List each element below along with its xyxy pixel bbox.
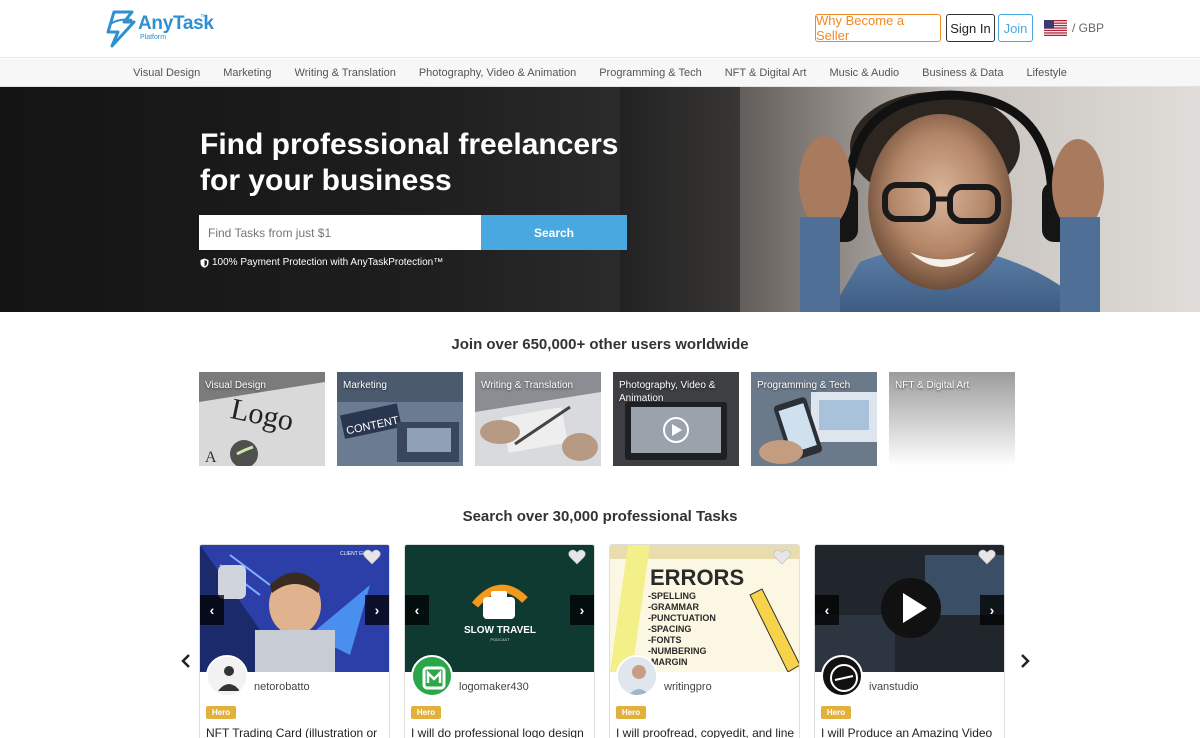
carousel-next-icon[interactable] — [1017, 652, 1033, 670]
logo-subtitle: Platform — [140, 34, 167, 41]
task-title[interactable]: NFT Trading Card (illustration or — [206, 726, 377, 738]
card-image-next-button[interactable]: › — [365, 595, 389, 625]
task-card[interactable]: SLOW TRAVEL PODCAST ‹ › logomaker430 Her… — [404, 544, 595, 738]
tile-programming-tech[interactable]: Programming & Tech — [751, 372, 877, 466]
anytask-logo-icon — [106, 10, 136, 48]
seller-avatar[interactable] — [206, 655, 248, 697]
why-become-seller-button[interactable]: Why Become a Seller — [815, 13, 941, 43]
card-image-next-button[interactable]: › — [570, 595, 594, 625]
card-image-prev-button[interactable]: ‹ — [200, 595, 224, 625]
sign-in-button[interactable]: Sign In — [946, 14, 995, 42]
seller-username[interactable]: ivanstudio — [869, 681, 919, 693]
nav-photography-video-animation[interactable]: Photography, Video & Animation — [407, 67, 587, 79]
task-card[interactable]: ERRORS -SPELLING -GRAMMAR -PUNCTUATION -… — [609, 544, 800, 738]
hero-photo-man-with-headphones — [620, 87, 1200, 312]
category-nav: Visual Design Marketing Writing & Transl… — [0, 59, 1200, 87]
tile-label: Programming & Tech — [757, 380, 851, 391]
favorite-heart-icon[interactable] — [363, 549, 381, 565]
hero-badge: Hero — [616, 706, 646, 719]
hero-title-line1: Find professional freelancers — [200, 128, 619, 161]
slow-travel-text: SLOW TRAVEL — [464, 625, 536, 636]
task-card-image: ERRORS -SPELLING -GRAMMAR -PUNCTUATION -… — [610, 545, 799, 672]
logo-tm: ™ — [200, 14, 207, 21]
task-title[interactable]: I will Produce an Amazing Video — [821, 726, 992, 738]
users-heading: Join over 650,000+ other users worldwide — [451, 336, 749, 353]
hero-badge: Hero — [821, 706, 851, 719]
search-button[interactable]: Search — [481, 215, 627, 250]
favorite-heart-icon[interactable] — [978, 549, 996, 565]
site-header: AnyTask ™ Platform Why Become a Seller S… — [0, 0, 1200, 58]
hero-title: Find professional freelancers for your b… — [200, 127, 620, 199]
task-search-input[interactable] — [199, 215, 481, 250]
seller-avatar[interactable] — [411, 655, 453, 697]
favorite-heart-icon[interactable] — [773, 549, 791, 565]
svg-text:-SPELLING: -SPELLING — [648, 591, 696, 601]
tile-label: Marketing — [343, 380, 387, 391]
task-card-image — [815, 545, 1004, 672]
svg-text:-PUNCTUATION: -PUNCTUATION — [648, 613, 716, 623]
tile-visual-design[interactable]: Logo A Visual Design — [199, 372, 325, 466]
card-image-next-button[interactable]: › — [980, 595, 1004, 625]
favorite-heart-icon[interactable] — [568, 549, 586, 565]
seller-username[interactable]: logomaker430 — [459, 681, 529, 693]
tile-photography-video-animation[interactable]: Photography, Video & Animation — [613, 372, 739, 466]
nav-marketing[interactable]: Marketing — [212, 67, 283, 79]
svg-text:-NUMBERING: -NUMBERING — [648, 646, 707, 656]
shield-icon — [200, 258, 209, 268]
seller-username[interactable]: writingpro — [664, 681, 712, 693]
task-card[interactable]: CLIENT ELEC ‹ › netorobatto Hero NFT Tra… — [199, 544, 390, 738]
hero-banner: Find professional freelancers for your b… — [0, 87, 1200, 312]
nav-lifestyle[interactable]: Lifestyle — [1015, 67, 1078, 79]
task-card[interactable]: ‹ › ivanstudio Hero I will Produce an Am… — [814, 544, 1005, 738]
card-image-prev-button[interactable]: ‹ — [815, 595, 839, 625]
hero-badge: Hero — [411, 706, 441, 719]
currency-selector[interactable]: / GBP — [1072, 21, 1104, 35]
seller-avatar[interactable] — [821, 655, 863, 697]
seller-avatar[interactable] — [616, 655, 658, 697]
anytask-logo[interactable]: AnyTask ™ Platform — [104, 10, 214, 48]
tile-label: Writing & Translation — [481, 380, 574, 391]
task-title[interactable]: I will do professional logo design — [411, 726, 584, 738]
tile-nft-digital-art[interactable]: NFT & Digital Art — [889, 372, 1015, 466]
nav-programming-tech[interactable]: Programming & Tech — [588, 67, 714, 79]
tile-marketing[interactable]: CONTENT Marketing — [337, 372, 463, 466]
category-tiles: Logo A Visual Design CONTENT Marketing W… — [199, 372, 1015, 466]
payment-protection-note: 100% Payment Protection with AnyTaskProt… — [200, 257, 443, 268]
svg-text:-SPACING: -SPACING — [648, 624, 691, 634]
task-card-image: CLIENT ELEC — [200, 545, 389, 672]
hero-title-line2: for your business — [200, 164, 452, 197]
task-cards: CLIENT ELEC ‹ › netorobatto Hero NFT Tra… — [199, 544, 1005, 738]
tile-writing-translation[interactable]: Writing & Translation — [475, 372, 601, 466]
seller-username[interactable]: netorobatto — [254, 681, 310, 693]
hero-badge: Hero — [206, 706, 236, 719]
card-image-prev-button[interactable]: ‹ — [405, 595, 429, 625]
svg-text:-FONTS: -FONTS — [648, 635, 682, 645]
us-flag-icon[interactable] — [1044, 20, 1067, 36]
nav-business-data[interactable]: Business & Data — [911, 67, 1015, 79]
svg-text:A: A — [205, 449, 217, 466]
task-card-image: SLOW TRAVEL PODCAST — [405, 545, 594, 672]
payment-protection-text: 100% Payment Protection with AnyTaskProt… — [212, 257, 444, 268]
nav-music-audio[interactable]: Music & Audio — [818, 67, 911, 79]
nav-visual-design[interactable]: Visual Design — [122, 67, 212, 79]
nav-writing-translation[interactable]: Writing & Translation — [283, 67, 407, 79]
tile-label: NFT & Digital Art — [895, 380, 970, 391]
svg-text:-GRAMMAR: -GRAMMAR — [648, 602, 699, 612]
nav-nft-digital-art[interactable]: NFT & Digital Art — [713, 67, 818, 79]
tile-label: Photography, Video & Animation — [619, 380, 716, 404]
join-button[interactable]: Join — [998, 14, 1033, 42]
errors-text: ERRORS — [650, 565, 744, 590]
tasks-heading: Search over 30,000 professional Tasks — [462, 508, 738, 525]
tile-label: Visual Design — [205, 380, 266, 391]
task-title[interactable]: I will proofread, copyedit, and line — [616, 726, 794, 738]
carousel-prev-icon[interactable] — [178, 652, 194, 670]
podcast-text: PODCAST — [490, 637, 510, 642]
